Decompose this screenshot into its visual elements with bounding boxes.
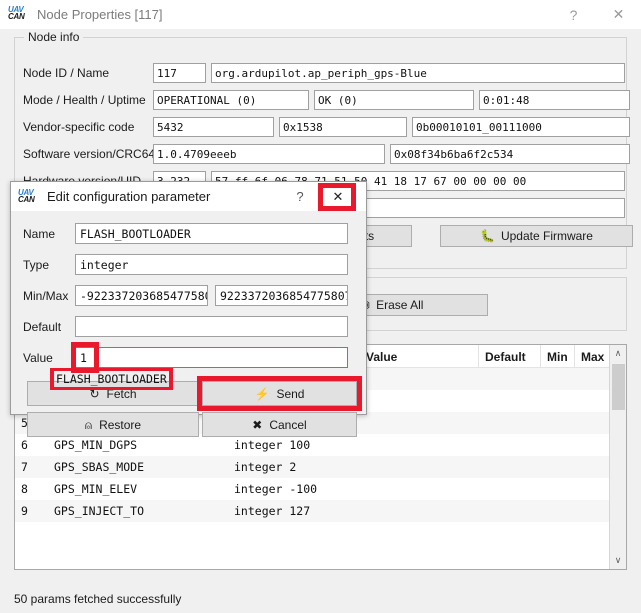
dialog-name-label: Name: [23, 227, 75, 241]
node-id-name-label: Node ID / Name: [23, 66, 153, 80]
row-index: 7: [15, 456, 48, 478]
vendor-specific-code-label: Vendor-specific code: [23, 120, 153, 134]
row-param-type: integer 100: [228, 434, 360, 456]
vendor-code-bin-field[interactable]: 0b00010101_00111000: [412, 117, 630, 137]
dialog-help-icon[interactable]: ?: [286, 182, 314, 211]
dialog-name-row: Name FLASH_BOOTLOADER: [23, 223, 348, 244]
update-firmware-label: Update Firmware: [501, 229, 593, 243]
dialog-value-field[interactable]: 1: [75, 347, 348, 368]
software-crc64-field[interactable]: 0x08f34b6ba6f2c534: [390, 144, 630, 164]
table-row[interactable]: 6GPS_MIN_DGPSinteger 100: [15, 434, 626, 456]
row-param-name: GPS_INJECT_TO: [48, 500, 228, 522]
row-param-name: GPS_SBAS_MODE: [48, 456, 228, 478]
window-titlebar: UAV CAN Node Properties [117] ? ✕: [0, 0, 641, 29]
dialog-name-field[interactable]: FLASH_BOOTLOADER: [75, 223, 348, 244]
row-index: 6: [15, 434, 48, 456]
dialog-default-field[interactable]: [75, 316, 348, 337]
dialog-minmax-row: Min/Max -9223372036854775808 92233720368…: [23, 285, 348, 306]
row-param-type: integer 2: [228, 456, 360, 478]
vendor-specific-code-row: Vendor-specific code 5432 0x1538 0b00010…: [23, 117, 630, 137]
vendor-code-dec-field[interactable]: 5432: [153, 117, 274, 137]
table-scrollbar[interactable]: ∧ ∨: [609, 345, 626, 569]
row-param-name: GPS_MIN_ELEV: [48, 478, 228, 500]
th-max[interactable]: Max: [575, 345, 609, 368]
dialog-logo-line-bottom: CAN: [18, 197, 40, 204]
erase-all-label: Erase All: [376, 298, 423, 312]
dialog-uavcan-logo-icon: UAV CAN: [18, 187, 40, 207]
restore-icon: ⍝: [85, 419, 92, 431]
row-index: 9: [15, 500, 48, 522]
restore-button[interactable]: ⍝ Restore: [27, 412, 199, 437]
dialog-max-field[interactable]: 9223372036854775807: [215, 285, 348, 306]
status-message: 50 params fetched successfully: [14, 592, 181, 606]
scrollbar-thumb[interactable]: [612, 364, 625, 410]
table-row[interactable]: 8GPS_MIN_ELEVinteger -100: [15, 478, 626, 500]
send-button[interactable]: ⚡ Send: [202, 381, 357, 406]
uptime-field[interactable]: 0:01:48: [479, 90, 630, 110]
dialog-min-field[interactable]: -9223372036854775808: [75, 285, 208, 306]
software-version-label: Software version/CRC64: [23, 147, 153, 161]
mode-field[interactable]: OPERATIONAL (0): [153, 90, 309, 110]
help-icon[interactable]: ?: [551, 0, 596, 29]
dialog-value-label: Value: [23, 351, 75, 365]
scroll-down-icon[interactable]: ∨: [610, 552, 626, 569]
vendor-code-hex-field[interactable]: 0x1538: [279, 117, 407, 137]
mode-health-uptime-row: Mode / Health / Uptime OPERATIONAL (0) O…: [23, 90, 630, 110]
th-value[interactable]: Value: [360, 345, 479, 368]
dialog-title: Edit configuration parameter: [47, 189, 210, 204]
logo-line-bottom: CAN: [8, 14, 30, 21]
mode-health-uptime-label: Mode / Health / Uptime: [23, 93, 153, 107]
bug-icon: 🐛: [480, 230, 495, 242]
dialog-value-row: Value 1: [23, 347, 348, 368]
update-firmware-button[interactable]: 🐛 Update Firmware: [440, 225, 633, 247]
row-param-type: integer -100: [228, 478, 360, 500]
row-param-name: GPS_MIN_DGPS: [48, 434, 228, 456]
table-row[interactable]: 9GPS_INJECT_TOinteger 127: [15, 500, 626, 522]
lightning-icon: ⚡: [255, 388, 270, 400]
uavcan-logo-icon: UAV CAN: [8, 4, 30, 24]
node-id-name-row: Node ID / Name 117 org.ardupilot.ap_peri…: [23, 63, 625, 83]
dialog-minmax-label: Min/Max: [23, 289, 75, 303]
row-param-type: integer 127: [228, 500, 360, 522]
dialog-type-label: Type: [23, 258, 75, 272]
scroll-up-icon[interactable]: ∧: [610, 345, 626, 362]
dialog-type-row: Type integer: [23, 254, 348, 275]
status-bar: 50 params fetched successfully: [0, 585, 641, 613]
refresh-icon: ↻: [89, 388, 99, 400]
window-controls: ? ✕: [551, 0, 641, 29]
fetch-button-label: Fetch: [107, 387, 137, 401]
dialog-default-label: Default: [23, 320, 75, 334]
node-name-field[interactable]: org.ardupilot.ap_periph_gps-Blue: [211, 63, 625, 83]
close-icon[interactable]: ✕: [596, 0, 641, 29]
table-row[interactable]: 7GPS_SBAS_MODEinteger 2: [15, 456, 626, 478]
th-min[interactable]: Min: [541, 345, 575, 368]
restore-button-label: Restore: [99, 418, 141, 432]
node-id-field[interactable]: 117: [153, 63, 206, 83]
row-index: 8: [15, 478, 48, 500]
health-field[interactable]: OK (0): [314, 90, 474, 110]
send-button-label: Send: [276, 387, 304, 401]
node-info-legend: Node info: [24, 30, 83, 44]
dialog-type-field[interactable]: integer: [75, 254, 348, 275]
th-default[interactable]: Default: [479, 345, 541, 368]
row-param-name-annotation: FLASH_BOOTLOADER: [54, 371, 169, 387]
cross-icon: ✖: [252, 419, 262, 431]
dialog-default-row: Default: [23, 316, 348, 337]
software-version-row: Software version/CRC64 1.0.4709eeeb 0x08…: [23, 144, 630, 164]
cancel-button-label: Cancel: [269, 418, 306, 432]
cancel-button[interactable]: ✖ Cancel: [202, 412, 357, 437]
window-title: Node Properties [117]: [37, 7, 163, 22]
dialog-titlebar: UAV CAN Edit configuration parameter ? ✕: [11, 182, 366, 211]
dialog-close-icon[interactable]: ✕: [321, 185, 355, 209]
software-version-field[interactable]: 1.0.4709eeeb: [153, 144, 385, 164]
